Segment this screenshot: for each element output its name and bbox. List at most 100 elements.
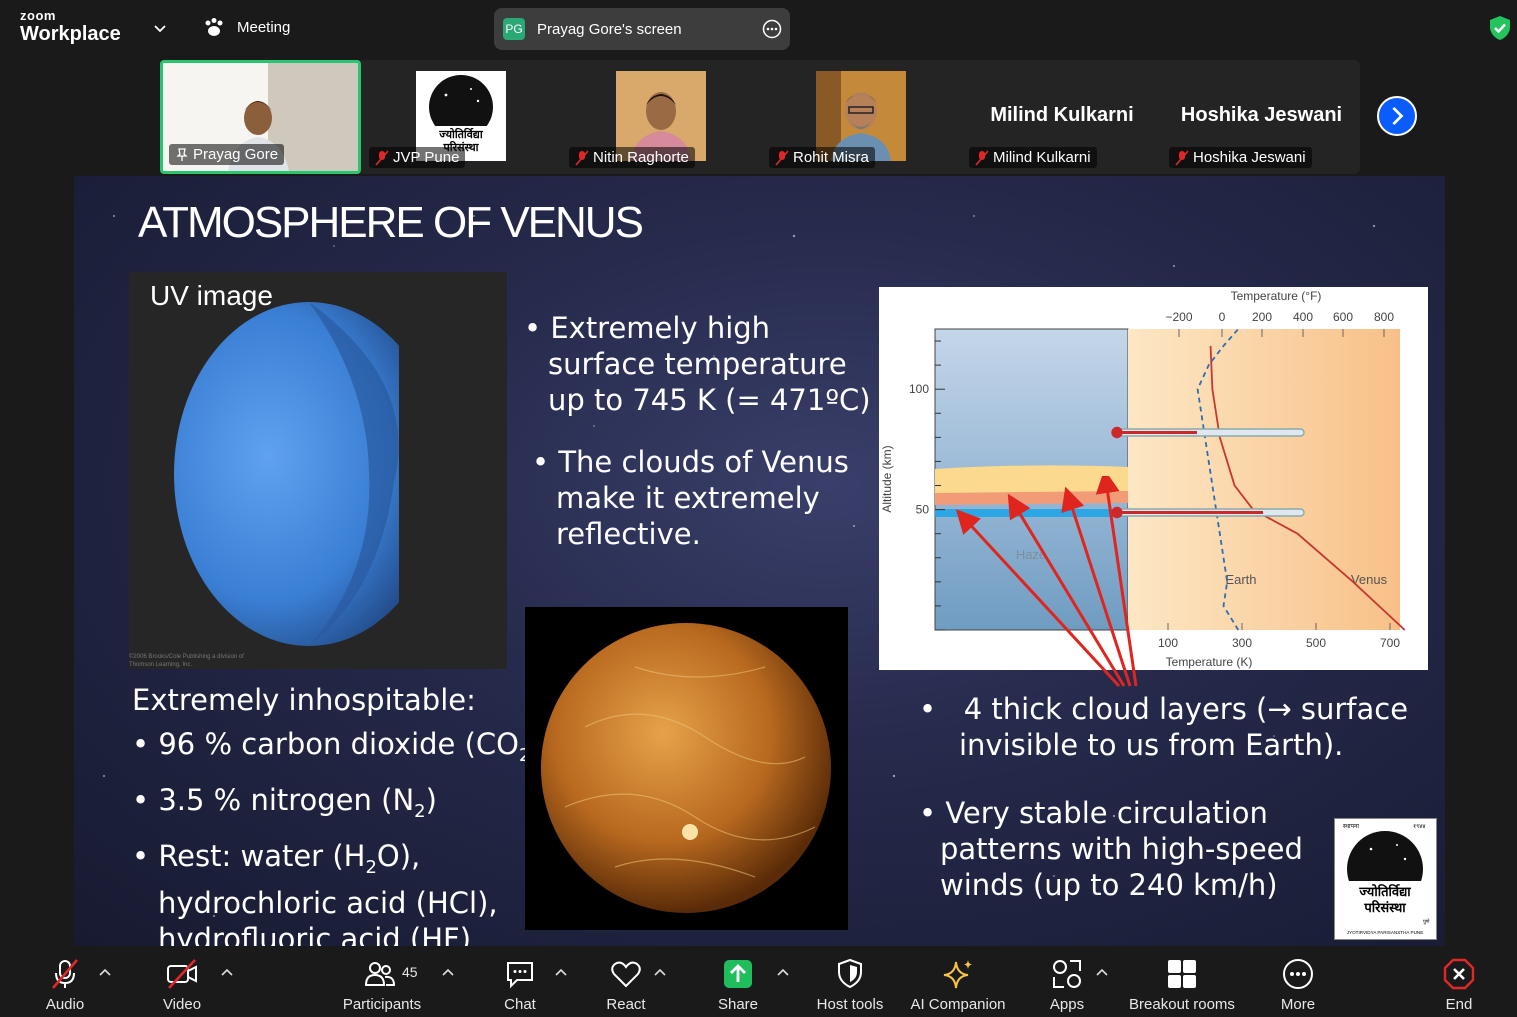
uv-image-label: UV image [150,280,273,311]
video-button[interactable]: Video [142,947,222,1017]
chevron-up-icon[interactable] [554,967,568,977]
x-tick-label: 500 [1306,636,1326,650]
inhospitable-list: Extremely inhospitable: • 96 % carbon di… [132,682,542,946]
chevron-up-icon[interactable] [98,967,112,977]
breakout-rooms-button[interactable]: Breakout rooms [1122,947,1242,1017]
apps-icon [1053,960,1081,988]
top-bar: zoom Workplace Meeting PG Prayag Gore's … [0,0,1517,58]
meeting-controls: Audio Video Participants 45 Chat React S… [0,947,1517,1017]
video-tile-rohit-misra[interactable]: Rohit Misra [763,60,961,174]
text-line: Very stable circulation [945,796,1268,830]
more-button[interactable]: More [1258,947,1338,1017]
rest-line-3: hydrofluoric acid (HF) [158,922,472,946]
rest-line-end: O), [376,838,421,873]
y-tick-label: 100 [909,382,929,396]
chevron-up-icon[interactable] [776,967,790,977]
participant-name: Milind Kulkarni [993,149,1091,166]
rest-line: Rest: water (H [158,838,366,873]
text-line: winds (up to 240 km/h) [940,868,1278,902]
more-options-icon[interactable] [762,19,782,39]
jvp-logo: स्थापना १९४४ ज्योतिर्विद्या परिसंस्था पु… [1334,818,1437,940]
logo-graphic: स्थापना १९४४ ज्योतिर्विद्या परिसंस्था पु… [1343,824,1430,935]
text-line: The clouds of Venus [558,445,849,479]
chat-icon [507,962,533,989]
ai-companion-button[interactable]: AI Companion [903,947,1013,1017]
chevron-up-icon[interactable] [653,967,667,977]
participant-name-tag: Prayag Gore [169,144,285,165]
participant-name-tag: Nitin Raghorte [569,147,695,168]
brand-big: Workplace [20,23,121,45]
bullet-temperature: • Extremely high surface temperature up … [524,311,871,417]
logo-founded: स्थापना [1343,824,1359,830]
chevron-up-icon[interactable] [1095,967,1109,977]
security-shield-icon[interactable] [1486,14,1514,42]
x2-tick-label: 200 [1252,310,1272,324]
video-off-icon [167,959,197,989]
end-button[interactable]: End [1420,947,1498,1017]
apps-button[interactable]: Apps [1027,947,1107,1017]
participant-count: 45 [402,964,418,980]
shield-icon [838,958,862,989]
muted-mic-icon [1175,149,1189,166]
share-button[interactable]: Share [698,947,778,1017]
subscript: 2 [365,856,377,878]
chat-button[interactable]: Chat [480,947,560,1017]
chevron-up-icon[interactable] [441,967,455,977]
co2-line: 96 % carbon dioxide (CO [158,727,520,761]
x-tick-label: 300 [1232,636,1252,650]
audio-button[interactable]: Audio [25,947,105,1017]
text-line: make it extremely [556,481,820,515]
brand-small: zoom [20,8,56,23]
video-tile-hoshika-jeswani[interactable]: Hoshika Jeswani Hoshika Jeswani [1163,60,1360,174]
logo-text: ज्योतिर्विद्या [1358,884,1411,899]
screen-share-indicator[interactable]: PG Prayag Gore's screen [494,8,790,50]
zoom-workplace-logo[interactable]: zoom Workplace [20,9,121,44]
react-button[interactable]: React [586,947,666,1017]
x-axis-label: Temperature (K) [1166,655,1253,669]
video-tile-jvp-pune[interactable]: ज्योतिर्विद्या परिसंस्था JVP Pune [363,60,561,174]
y-axis-label: Altitude (km) [880,445,894,512]
muted-mic-icon [975,149,989,166]
video-tile-nitin-raghorte[interactable]: Nitin Raghorte [563,60,761,174]
muted-mic-icon [52,959,78,989]
text-line: Extremely high [550,311,771,345]
participant-name: Nitin Raghorte [593,149,689,166]
x2-tick-label: −200 [1165,310,1192,324]
text-line: surface temperature [548,347,847,381]
participant-name-tag: JVP Pune [369,147,466,168]
chevron-down-icon[interactable] [152,20,168,36]
muted-mic-icon [375,149,389,166]
host-tools-label: Host tools [816,996,884,1013]
chevron-up-icon[interactable] [220,967,234,977]
bullet-winds: • Very stable circulation patterns with … [919,796,1303,902]
logo-caption: JYOTIRVIDYA PARISANSTHA PUNE [1347,930,1424,935]
uv-image-panel: UV image ©2006 Brooks/Cole Publishing a … [129,272,507,669]
video-label: Video [162,996,202,1013]
meeting-label: Meeting [237,18,291,36]
react-label: React [606,996,646,1013]
text-line: 4 thick cloud layers (→ surface [963,692,1409,726]
sparkle-icon [943,960,972,989]
y-tick-label: 50 [916,503,930,517]
participant-display-name: Hoshika Jeswani [1180,104,1343,126]
text-line: reflective. [556,517,701,551]
logo-text: पुणे [1423,918,1430,925]
slide-title: ATMOSPHERE OF VENUS [138,198,644,247]
audio-label: Audio [45,996,85,1013]
video-tile-prayag-gore[interactable]: Prayag Gore [160,60,361,174]
svg-text:ज्योतिर्विद्या: ज्योतिर्विद्या [438,127,484,141]
participants-button[interactable]: Participants [332,947,432,1017]
n2-line: 3.5 % nitrogen (N [158,782,415,817]
logo-year: १९४४ [1413,824,1425,830]
logo-text: परिसंस्था [1363,900,1406,915]
meeting-info-button[interactable]: Meeting [203,17,290,37]
video-tile-milind-kulkarni[interactable]: Milind Kulkarni Milind Kulkarni [963,60,1161,174]
next-page-arrow-icon[interactable] [1377,96,1417,136]
participant-display-name: Milind Kulkarni [990,104,1134,126]
venus-surface-image [525,607,848,930]
x2-axis-label: Temperature (°F) [1231,289,1322,303]
participant-gallery: Prayag Gore ज्योतिर्विद्या परिसंस्था JVP… [160,60,1360,174]
host-tools-button[interactable]: Host tools [805,947,895,1017]
paw-icon [205,18,223,36]
spotlight-pin-icon [176,147,188,161]
